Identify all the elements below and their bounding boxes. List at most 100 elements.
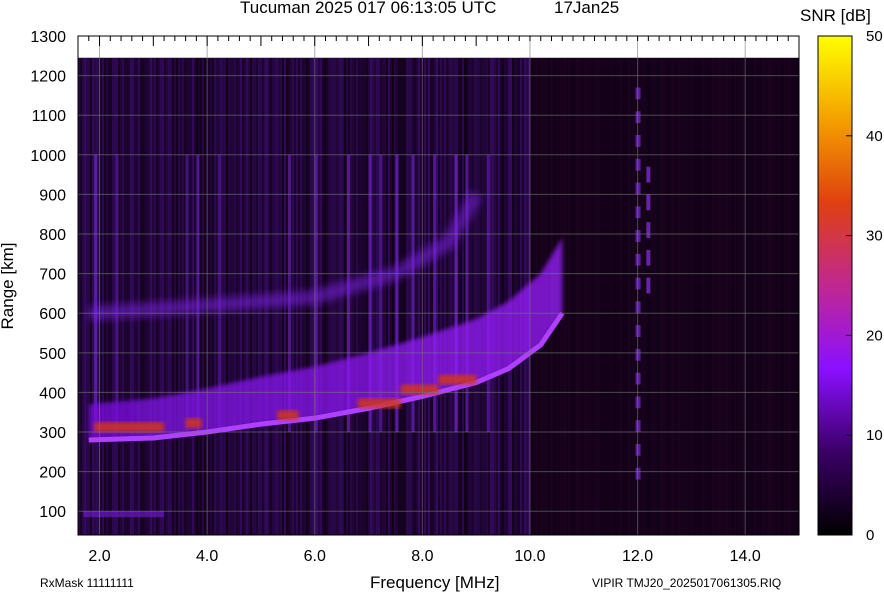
noise-column (740, 57, 742, 536)
noise-column (608, 57, 610, 536)
noise-column (772, 57, 774, 536)
noise-column (652, 57, 654, 536)
noise-column (688, 57, 690, 536)
y-tick-label: 100 (39, 504, 66, 521)
noise-column (180, 57, 182, 536)
noise-column (132, 57, 134, 536)
noise-column (626, 57, 628, 536)
noise-column (690, 57, 692, 536)
noise-column (168, 57, 170, 536)
noise-column (706, 57, 708, 536)
noise-column (628, 57, 630, 536)
noise-column (80, 57, 82, 536)
noise-column (654, 57, 656, 536)
noise-column (678, 57, 680, 536)
noise-column (462, 57, 464, 536)
noise-column (492, 57, 494, 536)
noise-column (620, 57, 622, 536)
noise-column (190, 57, 192, 536)
high-snr-segment (185, 418, 202, 429)
noise-column (720, 57, 722, 536)
y-tick-label: 600 (39, 306, 66, 323)
noise-column (752, 58, 754, 535)
noise-column (796, 58, 798, 535)
noise-column (670, 57, 672, 536)
noise-column (128, 57, 130, 536)
x-tick-label: 2.0 (88, 548, 110, 565)
noise-column (746, 58, 748, 535)
noise-column (360, 57, 362, 536)
noise-column (638, 57, 640, 536)
noise-column (686, 57, 688, 536)
y-tick-label: 1300 (30, 29, 66, 46)
noise-column (698, 58, 700, 535)
noise-column (124, 57, 126, 536)
noise-column (722, 57, 724, 536)
noise-column (84, 57, 86, 536)
noise-column (612, 57, 614, 536)
noise-column (728, 57, 730, 536)
noise-column (504, 57, 506, 536)
noise-column (718, 57, 720, 536)
noise-column (428, 57, 430, 536)
noise-column (736, 57, 738, 536)
noise-column (426, 57, 428, 536)
colorbar-tick-label: 50 (866, 28, 883, 45)
noise-column (624, 58, 626, 535)
noise-column (90, 57, 92, 536)
noise-column (566, 57, 568, 536)
noise-column (444, 57, 446, 536)
noise-column (622, 58, 624, 535)
noise-column (130, 57, 132, 536)
x-tick-label: 4.0 (196, 548, 218, 565)
noise-column (564, 57, 566, 536)
noise-column (732, 58, 734, 535)
noise-column (640, 57, 642, 536)
noise-column (404, 57, 406, 536)
noise-column (406, 57, 408, 536)
noise-column (666, 57, 668, 536)
y-tick-label: 500 (39, 346, 66, 363)
noise-column (176, 57, 178, 536)
noise-column (152, 57, 154, 536)
noise-column (590, 57, 592, 536)
noise-column (386, 57, 388, 536)
noise-column (776, 57, 778, 536)
noise-column (350, 57, 352, 536)
noise-column (696, 57, 698, 536)
noise-column (122, 57, 124, 536)
y-tick-label: 700 (39, 267, 66, 284)
noise-column (788, 57, 790, 536)
ionogram-chart: 2.0 4.0 6.0 8.0 10.0 12.0 14.0 100200300400500… (30, 28, 883, 565)
noise-column (460, 57, 462, 536)
noise-column (618, 57, 620, 536)
noise-column (562, 57, 564, 536)
noise-column (362, 57, 364, 536)
low-range-echo (83, 511, 165, 518)
y-tick-label: 200 (39, 465, 66, 482)
interference-dash (646, 277, 651, 294)
noise-column (352, 57, 354, 536)
colorbar-tick-label: 10 (866, 427, 883, 444)
noise-column (448, 57, 450, 536)
interference-dash (646, 249, 651, 266)
x-tick-label: 6.0 (304, 548, 326, 565)
noise-column (424, 57, 426, 536)
noise-column (430, 57, 432, 536)
noise-column (644, 57, 646, 536)
noise-column (502, 58, 504, 535)
noise-column (478, 57, 480, 536)
noise-column (174, 57, 176, 536)
noise-column (580, 57, 582, 536)
noise-column (86, 57, 88, 536)
noise-column (490, 57, 492, 536)
noise-column (754, 57, 756, 536)
noise-column (784, 57, 786, 536)
noise-column (88, 57, 90, 536)
y-tick-label: 1000 (30, 148, 66, 165)
x-tick-label: 14.0 (730, 548, 761, 565)
noise-column (700, 58, 702, 535)
noise-column (166, 57, 168, 536)
noise-column (156, 57, 158, 536)
noise-column (146, 57, 148, 536)
